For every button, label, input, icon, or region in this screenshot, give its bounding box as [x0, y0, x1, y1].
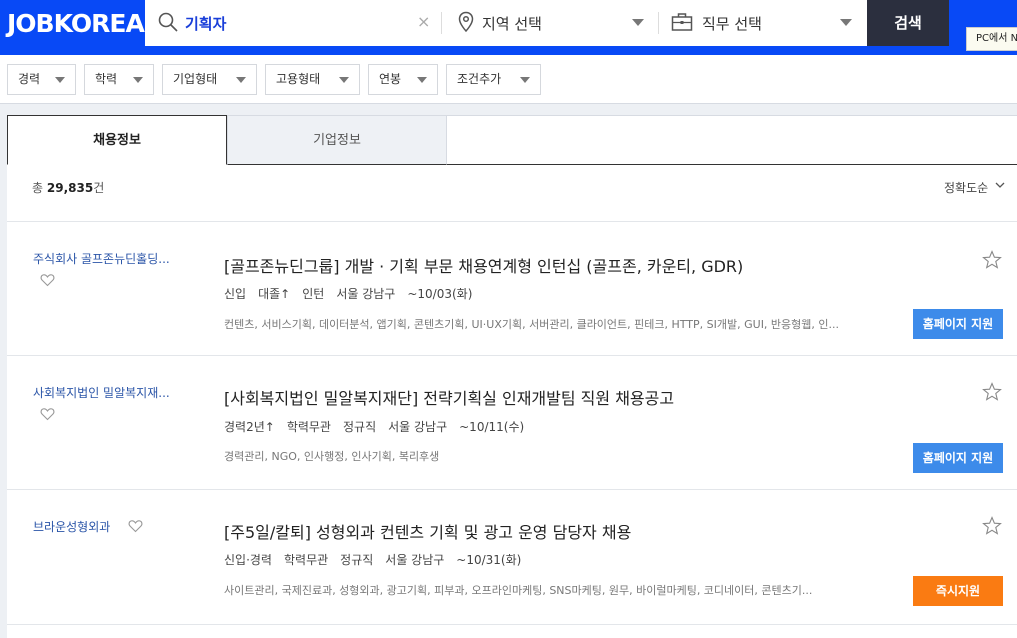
- divider: [7, 624, 1017, 625]
- search-icon: [158, 12, 178, 32]
- job-title[interactable]: [주5일/칼퇴] 성형외과 컨텐츠 기획 및 광고 운영 담당자 채용: [224, 519, 631, 543]
- meta-location: 서울 강남구: [385, 553, 445, 567]
- region-select[interactable]: 지역 선택: [482, 13, 542, 34]
- star-icon[interactable]: [982, 516, 1002, 536]
- heart-icon[interactable]: [40, 407, 55, 421]
- company-name[interactable]: 브라운성형외과: [33, 518, 110, 535]
- heart-icon[interactable]: [128, 519, 143, 533]
- search-input[interactable]: 기획자: [185, 13, 226, 34]
- header-bar: JOBKOREA 기획자 × 지역 선택 직무 선택 검색: [0, 0, 1017, 55]
- meta-experience: 경력2년↑: [224, 420, 275, 434]
- divider: [441, 12, 442, 34]
- meta-employment-type: 인턴: [302, 287, 325, 301]
- job-tags: 경력관리, NGO, 인사행정, 인사기획, 복리후생: [224, 450, 440, 463]
- filter-more-conditions[interactable]: 조건추가: [446, 64, 541, 95]
- search-button[interactable]: 검색: [867, 0, 949, 46]
- meta-education: 학력무관: [286, 420, 331, 434]
- tab-underline: [447, 164, 1017, 165]
- meta-location: 서울 강남구: [336, 287, 396, 301]
- tab-job-info[interactable]: 채용정보: [7, 115, 227, 165]
- job-listing[interactable]: 브라운성형외과 [주5일/칼퇴] 성형외과 컨텐츠 기획 및 광고 운영 담당자…: [7, 490, 1017, 624]
- meta-experience: 신입·경력: [224, 553, 272, 567]
- company-name[interactable]: 주식회사 골프존뉴딘홀딩...: [33, 250, 170, 267]
- filter-education[interactable]: 학력: [84, 64, 154, 95]
- filter-career[interactable]: 경력: [7, 64, 76, 95]
- job-meta: 신입·경력 학력무관 정규직 서울 강남구 ~10/31(화): [224, 551, 533, 568]
- location-pin-icon: [458, 11, 474, 33]
- tab-company-info[interactable]: 기업정보: [227, 115, 447, 165]
- meta-education: 학력무관: [283, 553, 329, 567]
- divider: [658, 12, 659, 34]
- chevron-down-icon: [236, 77, 246, 83]
- job-meta: 신입 대졸↑ 인턴 서울 강남구 ~10/03(화): [224, 285, 484, 302]
- job-tags: 컨텐츠, 서비스기획, 데이터분석, 앱기획, 콘텐츠기획, UI·UX기획, …: [224, 318, 840, 331]
- result-count: 총 29,835건: [32, 181, 105, 195]
- sort-select[interactable]: 정확도순: [944, 179, 988, 196]
- meta-location: 서울 강남구: [388, 420, 448, 434]
- chevron-down-icon[interactable]: [995, 180, 1005, 190]
- chevron-down-icon: [417, 77, 427, 83]
- chevron-down-icon: [520, 77, 530, 83]
- job-listing[interactable]: 주식회사 골프존뉴딘홀딩... [골프존뉴딘그룹] 개발 · 기획 부문 채용연…: [7, 222, 1017, 356]
- tab-filler: [447, 115, 1017, 164]
- job-meta: 경력2년↑ 학력무관 정규직 서울 강남구 ~10/11(수): [224, 418, 536, 435]
- meta-employment-type: 정규직: [340, 553, 374, 567]
- meta-deadline: ~10/11(수): [459, 420, 525, 434]
- homepage-apply-button[interactable]: 홈페이지 지원: [913, 443, 1003, 473]
- region-chevron-down-icon[interactable]: [632, 19, 644, 26]
- chevron-down-icon: [55, 77, 65, 83]
- meta-deadline: ~10/31(화): [456, 553, 522, 567]
- star-icon[interactable]: [982, 382, 1002, 402]
- meta-education: 대졸↑: [258, 287, 291, 301]
- meta-experience: 신입: [224, 287, 247, 301]
- meta-employment-type: 정규직: [342, 420, 377, 434]
- job-chevron-down-icon[interactable]: [840, 19, 852, 26]
- left-gutter: [0, 115, 7, 638]
- clear-icon[interactable]: ×: [417, 12, 430, 31]
- meta-deadline: ~10/03(화): [407, 287, 473, 301]
- homepage-apply-button[interactable]: 홈페이지 지원: [913, 309, 1003, 339]
- filter-bar: 경력 학력 기업형태 고용형태 연봉 조건추가: [0, 55, 1017, 104]
- tooltip: PC에서 N: [966, 27, 1017, 51]
- job-title[interactable]: [사회복지법인 밀알복지재단] 전략기획실 인재개발팀 직원 채용공고: [224, 385, 674, 409]
- filter-employment-type[interactable]: 고용형태: [265, 64, 360, 95]
- chevron-down-icon: [133, 77, 143, 83]
- chevron-down-icon: [339, 77, 349, 83]
- section-separator: [0, 104, 1017, 115]
- job-title[interactable]: [골프존뉴딘그룹] 개발 · 기획 부문 채용연계형 인턴십 (골프존, 카운티…: [224, 253, 743, 277]
- job-category-select[interactable]: 직무 선택: [702, 13, 762, 34]
- jobkorea-logo[interactable]: JOBKOREA: [7, 9, 145, 38]
- company-name[interactable]: 사회복지법인 밀알복지재...: [33, 384, 170, 401]
- filter-company-type[interactable]: 기업형태: [162, 64, 257, 95]
- result-tabs: 기업정보 채용정보: [7, 115, 1017, 165]
- heart-icon[interactable]: [40, 273, 55, 287]
- search-box: 기획자 × 지역 선택 직무 선택: [145, 0, 867, 46]
- star-icon[interactable]: [982, 250, 1002, 270]
- job-listing[interactable]: 사회복지법인 밀알복지재... [사회복지법인 밀알복지재단] 전략기획실 인재…: [7, 356, 1017, 490]
- instant-apply-button[interactable]: 즉시지원: [913, 576, 1003, 606]
- job-tags: 사이트관리, 국제진료과, 성형외과, 광고기획, 피부과, 오프라인마케팅, …: [224, 584, 813, 597]
- filter-salary[interactable]: 연봉: [368, 64, 438, 95]
- briefcase-icon: [671, 13, 693, 31]
